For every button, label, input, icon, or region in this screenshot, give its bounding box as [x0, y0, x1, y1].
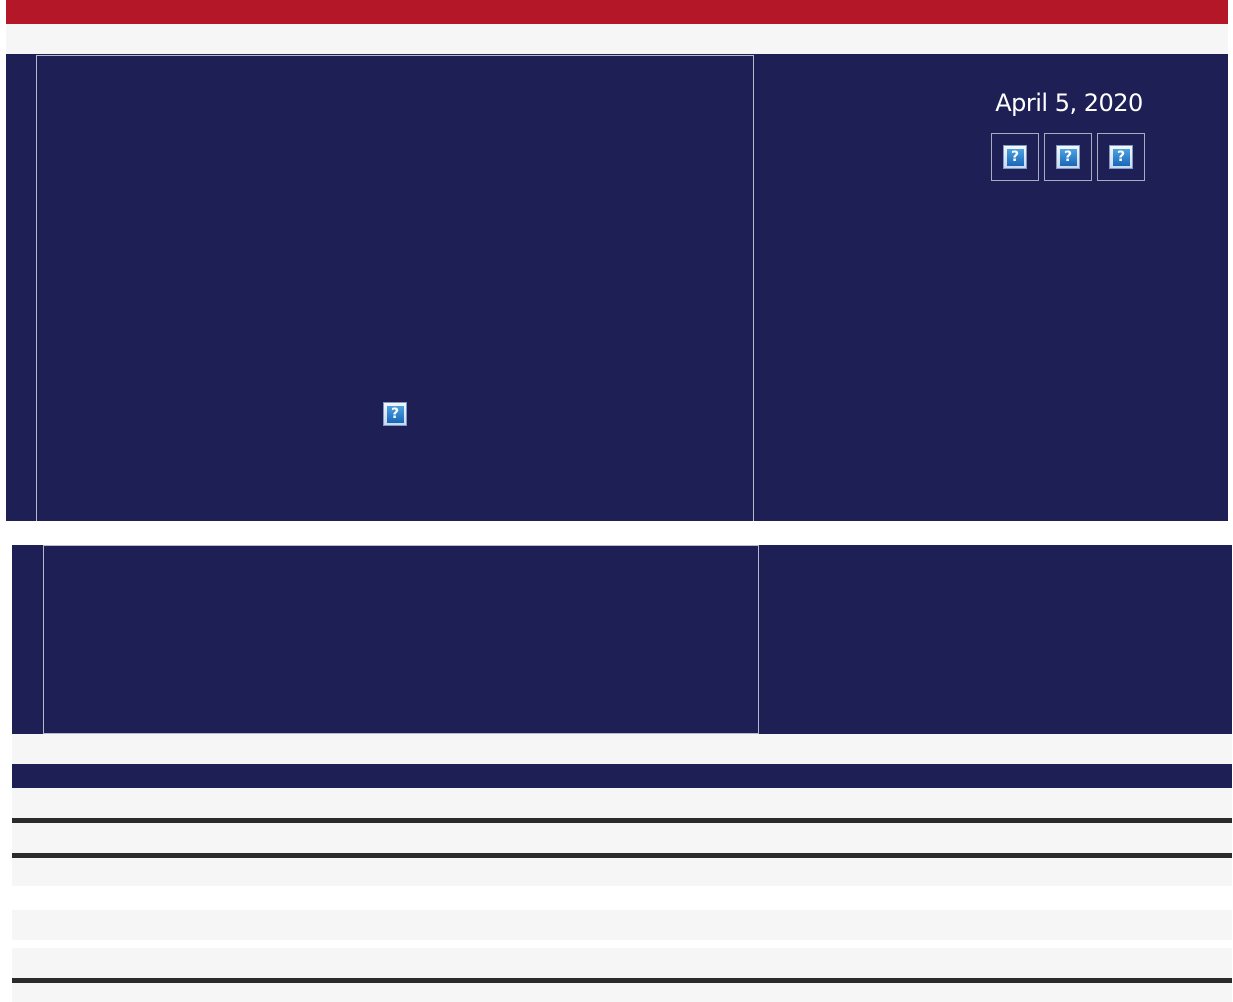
- horizontal-rule: [12, 853, 1232, 858]
- social-link-2[interactable]: ?: [1044, 133, 1092, 181]
- horizontal-rule: [12, 818, 1232, 823]
- hero-image: ?: [383, 402, 407, 426]
- content-band: [12, 910, 1232, 940]
- navy-divider-bar: [12, 764, 1232, 788]
- question-mark-icon: ?: [1059, 148, 1077, 166]
- missing-image-icon: ?: [1056, 145, 1080, 169]
- top-brand-bar: [6, 0, 1228, 24]
- missing-image-icon: ?: [383, 402, 407, 426]
- horizontal-rule: [12, 978, 1232, 983]
- top-spacer: [6, 24, 1228, 54]
- missing-image-icon: ?: [1003, 145, 1027, 169]
- hero-image-frame: [36, 55, 754, 521]
- content-band: [12, 948, 1232, 1002]
- social-link-1[interactable]: ?: [991, 133, 1039, 181]
- social-link-3[interactable]: ?: [1097, 133, 1145, 181]
- question-mark-icon: ?: [386, 405, 404, 423]
- missing-image-icon: ?: [1109, 145, 1133, 169]
- spacer-band: [12, 734, 1232, 764]
- question-mark-icon: ?: [1006, 148, 1024, 166]
- question-mark-icon: ?: [1112, 148, 1130, 166]
- issue-date: April 5, 2020: [995, 89, 1143, 117]
- secondary-image-frame: [43, 545, 759, 734]
- content-band: [12, 788, 1232, 886]
